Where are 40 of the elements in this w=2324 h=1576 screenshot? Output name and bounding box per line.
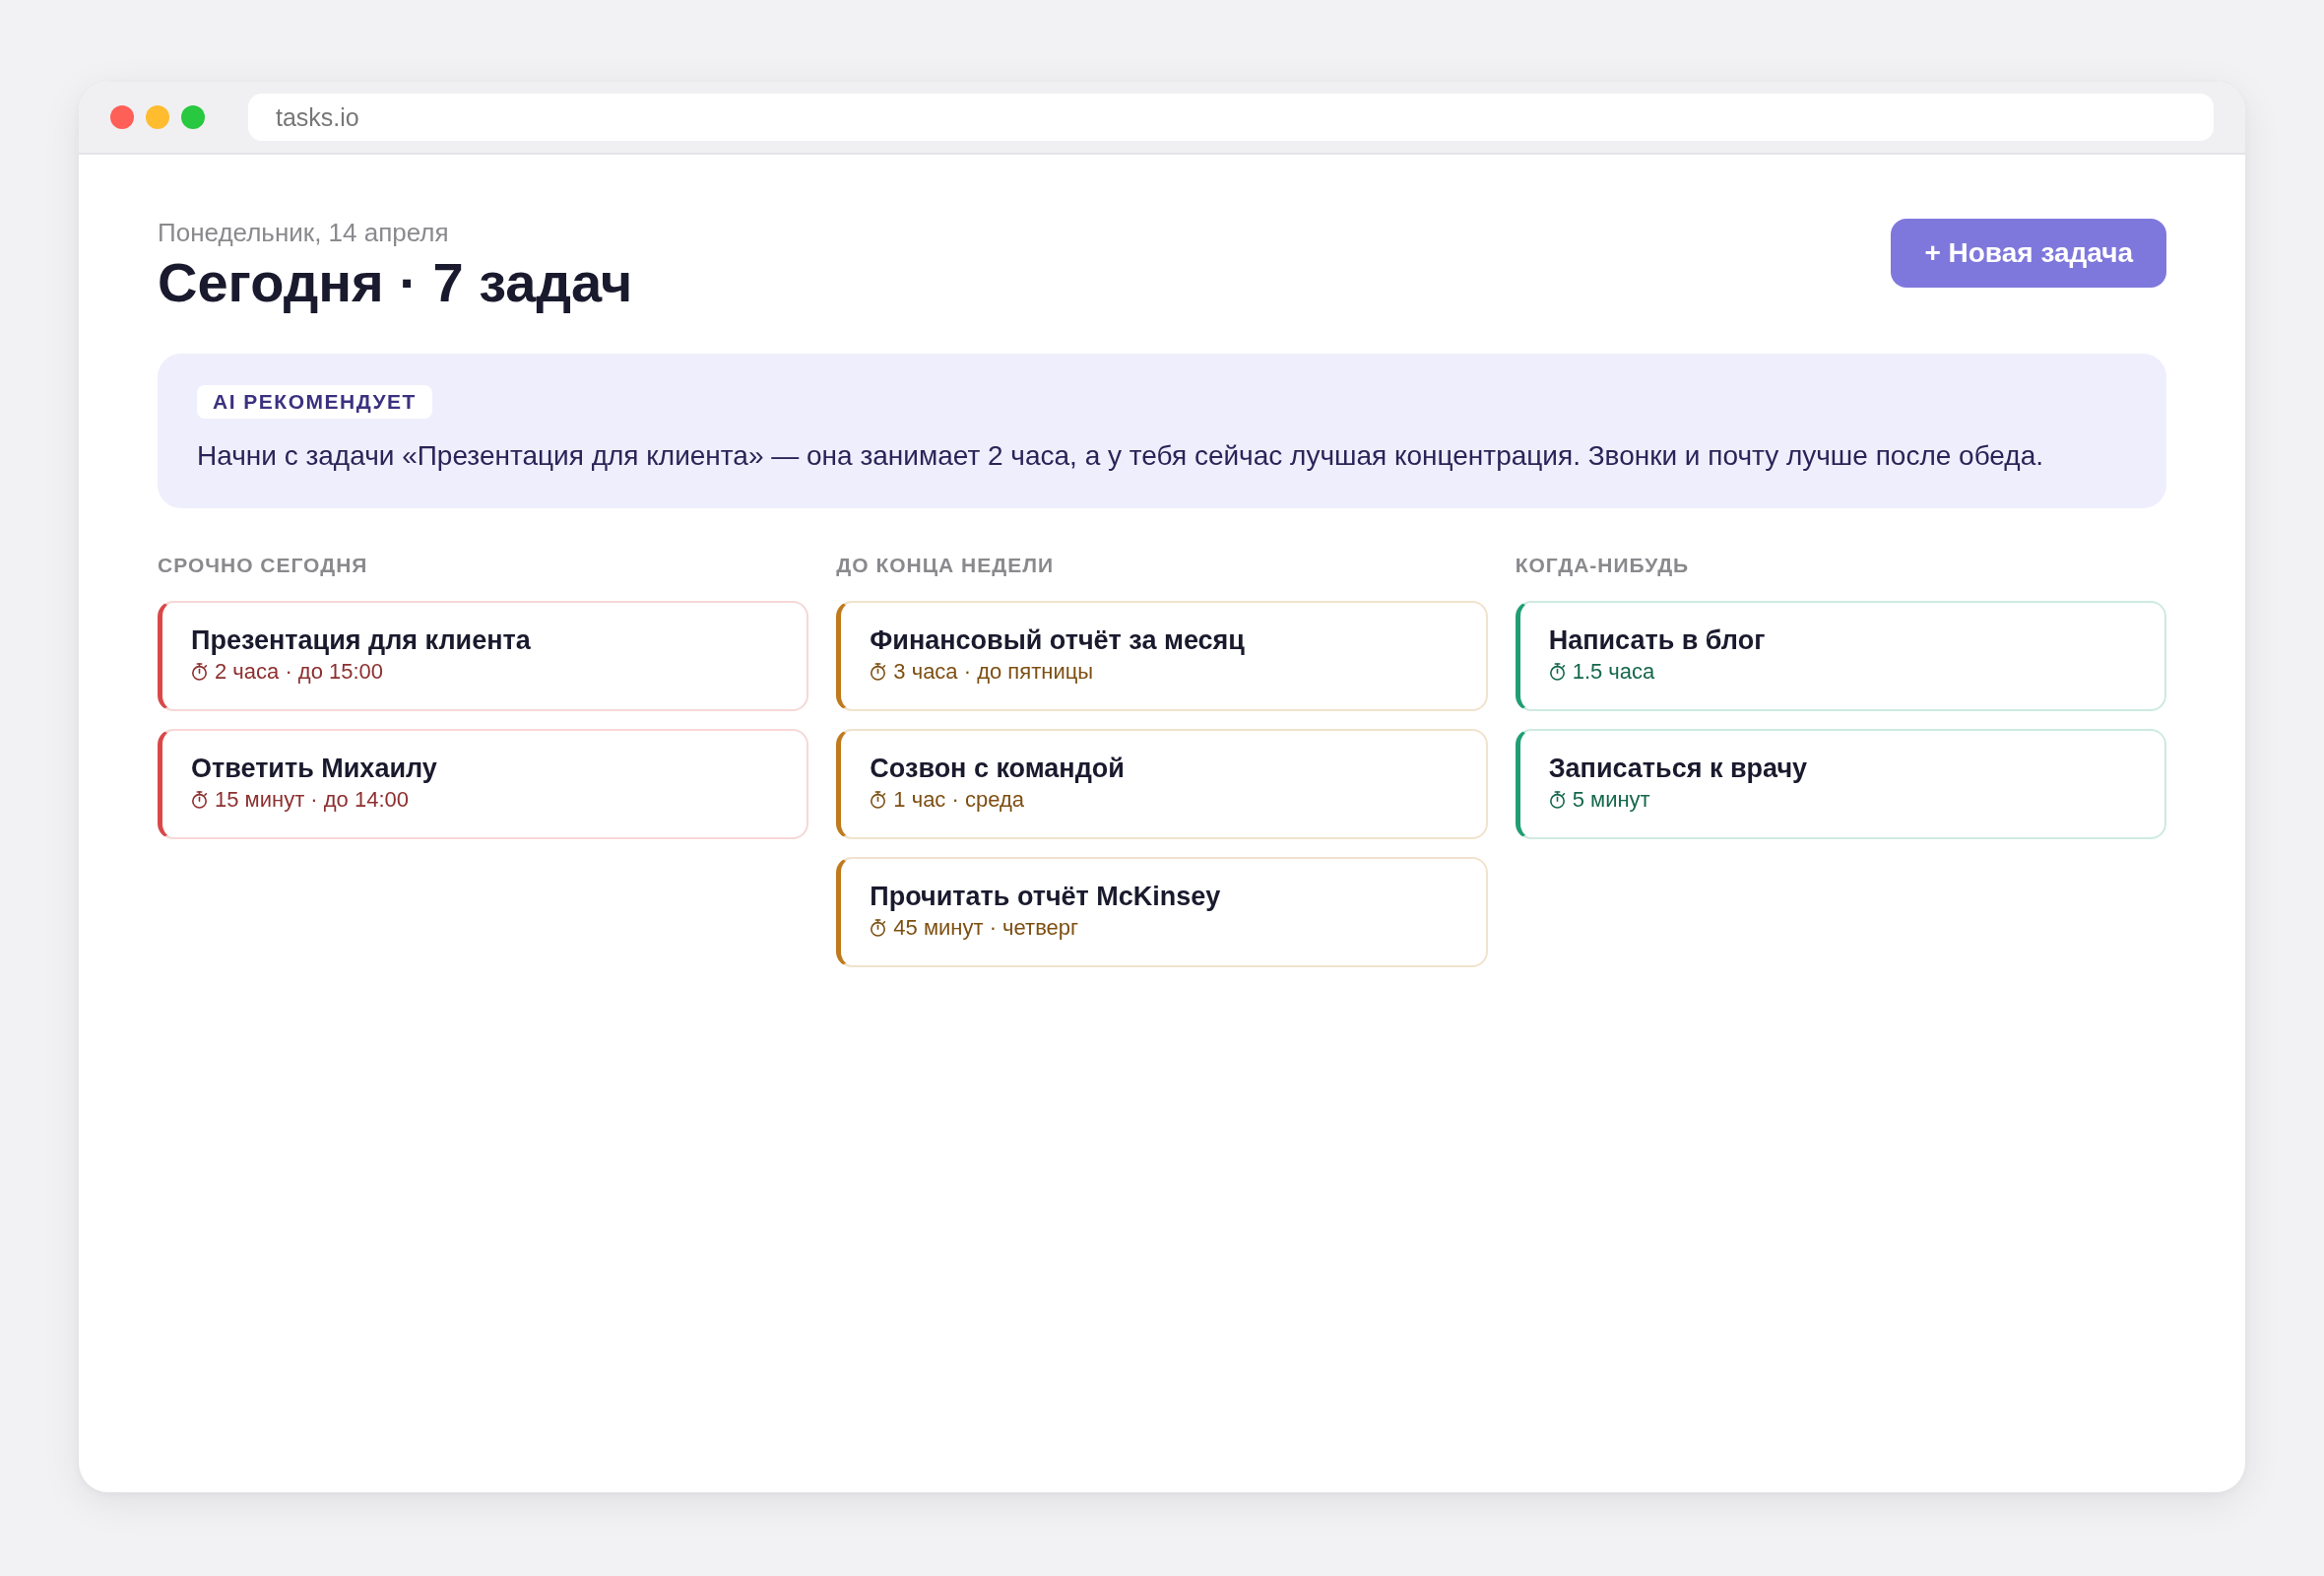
task-title: Финансовый отчёт за месяц	[870, 624, 1246, 657]
task-meta: 1.5 часа	[1572, 658, 1655, 686]
stopwatch-icon	[191, 663, 208, 681]
address-field[interactable]: tasks.io	[248, 94, 2214, 141]
task-title: Записаться к врачу	[1548, 753, 1809, 785]
column-heading: ДО КОНЦА НЕДЕЛИ	[836, 553, 1056, 578]
task-title: Презентация для клиента	[191, 624, 532, 657]
task-card[interactable]: Созвон с командой 1 час · среда	[836, 729, 1488, 839]
date-label: Понедельник, 14 апреля	[158, 218, 450, 247]
task-meta: 3 часа · до пятницы	[893, 658, 1094, 686]
stopwatch-icon	[870, 663, 887, 681]
task-card[interactable]: Финансовый отчёт за месяц 3 часа · до пятницы	[836, 601, 1488, 711]
column-heading: СРОЧНО СЕГОДНЯ	[158, 553, 369, 578]
stopwatch-icon	[1548, 663, 1566, 681]
stopwatch-icon	[191, 791, 208, 809]
new-task-button[interactable]: + Новая задача	[1891, 219, 2166, 288]
task-title: Ответить Михаилу	[191, 753, 438, 785]
task-title: Прочитать отчёт McKinsey	[870, 881, 1222, 913]
stopwatch-icon	[870, 919, 887, 937]
window-control-icon[interactable]	[181, 105, 205, 129]
page-title: Сегодня · 7 задач	[158, 251, 633, 314]
task-card[interactable]: Презентация для клиента 2 часа · до 15:00	[158, 601, 809, 711]
stopwatch-icon	[1548, 791, 1566, 809]
task-title: Созвон с командой	[870, 753, 1126, 785]
task-card[interactable]: Записаться к врачу 5 минут	[1515, 729, 2166, 839]
task-card[interactable]: Ответить Михаилу 15 минут · до 14:00	[158, 729, 809, 839]
ai-label: AI РЕКОМЕНДУЕТ	[197, 385, 432, 419]
stopwatch-icon	[870, 791, 887, 809]
task-meta: 45 минут · четверг	[893, 914, 1079, 942]
window-control-icon[interactable]	[110, 105, 134, 129]
task-meta: 1 час · среда	[893, 786, 1024, 814]
task-meta: 15 минут · до 14:00	[215, 786, 409, 814]
task-title: Написать в блог	[1548, 624, 1767, 657]
window-control-icon[interactable]	[146, 105, 169, 129]
recommendation-text: Начни с задачи «Презентация для клиента» — она занимает 2 часа, а у тебя сейчас лучшая концентрация. Звонки и почту лучше после обеда.	[197, 439, 2044, 473]
task-meta: 2 часа · до 15:00	[215, 658, 384, 686]
task-card[interactable]: Написать в блог 1.5 часа	[1515, 601, 2166, 711]
task-meta: 5 минут	[1572, 786, 1650, 814]
column-heading: КОГДА-НИБУДЬ	[1515, 553, 1691, 578]
task-card[interactable]: Прочитать отчёт McKinsey 45 минут · четверг	[836, 857, 1488, 967]
